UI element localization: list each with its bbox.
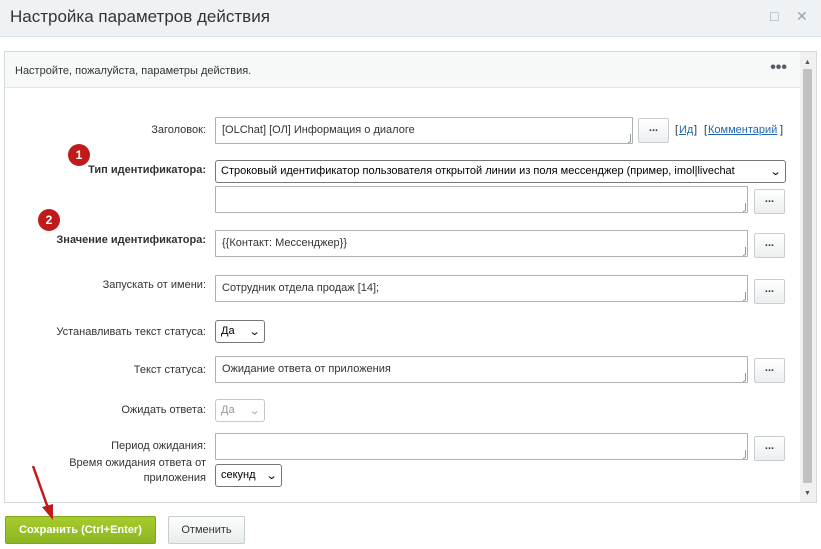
- run-as-label: Запускать от имени:: [102, 279, 206, 291]
- chevron-down-icon: ⌄: [265, 470, 278, 482]
- close-icon[interactable]: ✕: [796, 8, 808, 25]
- id-value-label: Значение идентификатора:: [56, 234, 206, 246]
- id-type-extra-field[interactable]: [215, 186, 748, 213]
- pointer-arrow-icon: [31, 465, 53, 520]
- cancel-button[interactable]: Отменить: [168, 516, 245, 544]
- wait-period-field[interactable]: [215, 433, 748, 460]
- comment-link[interactable]: Комментарий: [708, 124, 777, 136]
- set-status-select[interactable]: Да ⌄: [215, 320, 265, 343]
- resize-handle-icon[interactable]: [738, 292, 746, 300]
- chevron-down-icon: ⌄: [769, 166, 782, 178]
- panel-header: Настройте, пожалуйста, параметры действи…: [5, 52, 801, 88]
- run-as-insert-button[interactable]: ...: [754, 279, 785, 304]
- title-field-value: [OLChat] [ОЛ] Информация о диалоге: [222, 124, 415, 136]
- id-link[interactable]: Ид: [679, 124, 693, 136]
- dialog-titlebar: Настройка параметров действия □ ✕: [0, 0, 821, 37]
- run-as-field[interactable]: Сотрудник отдела продаж [14];: [215, 275, 748, 302]
- wait-period-label: Период ожидания:: [111, 440, 206, 452]
- resize-handle-icon[interactable]: [738, 203, 746, 211]
- resize-handle-icon[interactable]: [738, 247, 746, 255]
- resize-handle-icon[interactable]: [738, 450, 746, 458]
- title-insert-button[interactable]: ...: [638, 118, 669, 143]
- title-label: Заголовок:: [151, 124, 206, 136]
- scrollbar-thumb[interactable]: [803, 69, 812, 483]
- id-type-label: Тип идентификатора:: [88, 164, 206, 176]
- more-menu-icon[interactable]: •••: [770, 59, 787, 77]
- chevron-down-icon: ⌄: [248, 326, 261, 338]
- step-badge-1: 1: [68, 144, 90, 166]
- chevron-down-icon: ⌄: [248, 405, 261, 417]
- status-text-field[interactable]: Ожидание ответа от приложения: [215, 356, 748, 383]
- step-badge-2: 2: [38, 209, 60, 231]
- id-type-insert-button[interactable]: ...: [754, 189, 785, 214]
- dialog-title: Настройка параметров действия: [10, 7, 270, 26]
- id-value-insert-button[interactable]: ...: [754, 233, 785, 258]
- title-field[interactable]: [OLChat] [ОЛ] Информация о диалоге: [215, 117, 633, 144]
- resize-handle-icon[interactable]: [623, 134, 631, 142]
- panel-description: Настройте, пожалуйста, параметры действи…: [15, 65, 252, 77]
- resize-handle-icon[interactable]: [738, 373, 746, 381]
- vertical-scrollbar[interactable]: ▲ ▼: [800, 52, 816, 502]
- set-status-label: Устанавливать текст статуса:: [56, 326, 206, 338]
- wait-answer-label: Ожидать ответа:: [121, 404, 206, 416]
- wait-unit-select[interactable]: секунд ⌄: [215, 464, 282, 487]
- id-type-select-value: Строковый идентификатор пользователя отк…: [221, 165, 735, 177]
- scroll-down-icon[interactable]: ▼: [804, 490, 811, 497]
- status-text-insert-button[interactable]: ...: [754, 358, 785, 383]
- maximize-icon[interactable]: □: [770, 8, 778, 24]
- wait-answer-select: Да ⌄: [215, 399, 265, 422]
- wait-period-insert-button[interactable]: ...: [754, 436, 785, 461]
- id-value-field[interactable]: {{Контакт: Мессенджер}}: [215, 230, 748, 257]
- status-text-label: Текст статуса:: [133, 364, 206, 376]
- id-type-select[interactable]: Строковый идентификатор пользователя отк…: [215, 160, 786, 183]
- scroll-up-icon[interactable]: ▲: [804, 59, 811, 66]
